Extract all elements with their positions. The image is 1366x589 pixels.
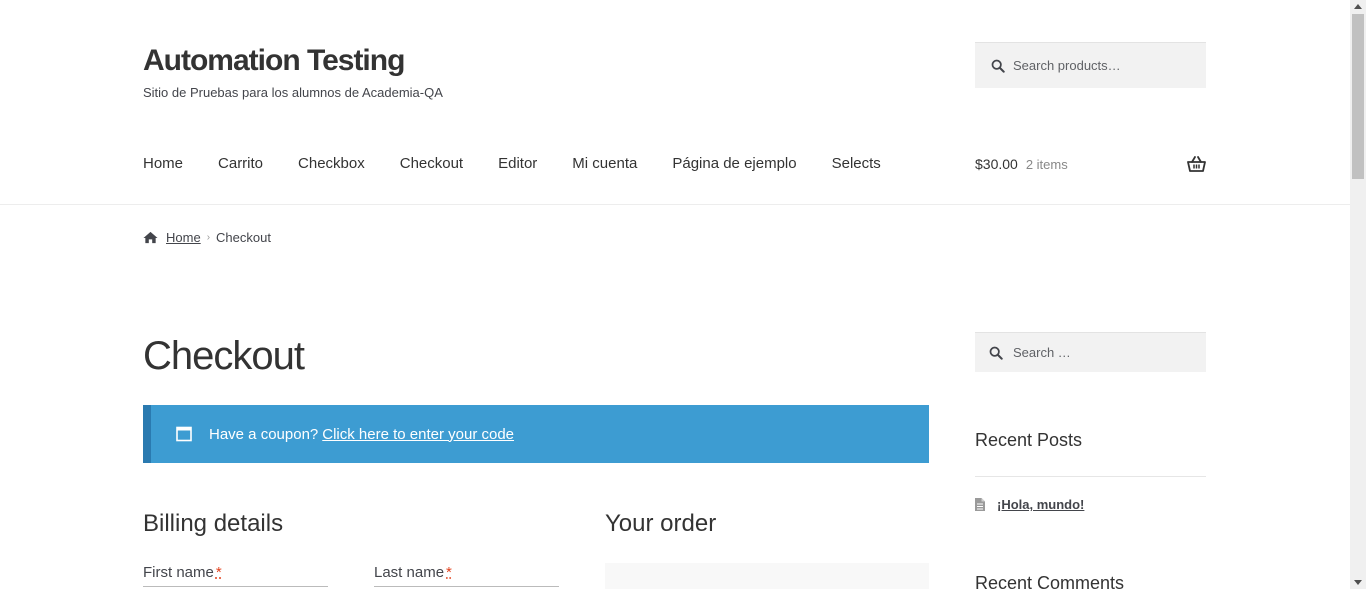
nav-item-checkbox[interactable]: Checkbox (298, 155, 365, 172)
nav-item-home[interactable]: Home (143, 155, 183, 172)
order-review-table (605, 563, 929, 589)
nav-item-editor[interactable]: Editor (498, 155, 537, 172)
nav-item-carrito[interactable]: Carrito (218, 155, 263, 172)
cart-amount[interactable]: $30.00 (975, 156, 1018, 172)
recent-post-item: ¡Hola, mundo! (975, 497, 1084, 512)
search-icon (989, 346, 1003, 360)
breadcrumb-current: Checkout (216, 230, 271, 245)
sidebar-search-placeholder[interactable]: Search … (1013, 345, 1071, 360)
site-description: Sitio de Pruebas para los alumnos de Aca… (143, 85, 443, 100)
nav-item-mi-cuenta[interactable]: Mi cuenta (572, 155, 637, 172)
coupon-text: Have a coupon? (209, 425, 319, 443)
recent-comments-title: Recent Comments (975, 573, 1125, 589)
billing-details-heading: Billing details (143, 510, 284, 537)
document-icon (975, 498, 985, 511)
last-name-label: Last name * (374, 564, 452, 581)
nav-item-checkout[interactable]: Checkout (400, 155, 463, 172)
home-icon (143, 231, 158, 244)
nav-item-selects[interactable]: Selects (832, 155, 881, 172)
coupon-notice: Have a coupon? Click here to enter your … (143, 405, 929, 463)
sidebar-search-field[interactable]: Search … (975, 332, 1206, 372)
basket-icon[interactable] (1187, 156, 1206, 172)
recent-posts-divider (975, 476, 1206, 477)
first-name-input[interactable] (143, 586, 328, 587)
header-cart[interactable]: $30.00 2 items (975, 156, 1206, 172)
scrollbar-thumb[interactable] (1352, 14, 1364, 179)
product-search-field[interactable]: Search products… (975, 42, 1206, 88)
page-scrollbar[interactable] (1350, 0, 1366, 589)
coupon-toggle-link[interactable]: Click here to enter your code (322, 426, 514, 443)
first-name-label: First name * (143, 564, 222, 581)
recent-posts-title: Recent Posts (975, 430, 1083, 450)
product-search-placeholder[interactable]: Search products… (1013, 58, 1121, 73)
required-mark: * (446, 564, 452, 581)
nav-item-pagina-de-ejemplo[interactable]: Página de ejemplo (672, 155, 796, 172)
recent-post-link[interactable]: ¡Hola, mundo! (997, 497, 1084, 512)
breadcrumb-separator: › (206, 232, 211, 243)
last-name-label-text: Last name (374, 564, 445, 581)
breadcrumb-home-link[interactable]: Home (166, 230, 201, 245)
primary-navigation: Home Carrito Checkbox Checkout Editor Mi… (143, 155, 916, 172)
required-mark: * (215, 564, 222, 581)
first-name-label-text: First name (143, 564, 214, 581)
scroll-up-arrow-icon[interactable] (1354, 4, 1362, 9)
scroll-down-arrow-icon[interactable] (1354, 580, 1362, 585)
your-order-heading: Your order (605, 510, 717, 537)
page-title: Checkout (143, 334, 305, 378)
header-divider (0, 204, 1350, 205)
breadcrumb: Home › Checkout (143, 230, 271, 245)
last-name-input[interactable] (374, 586, 559, 587)
site-title[interactable]: Automation Testing (143, 44, 405, 78)
search-icon (991, 59, 1005, 73)
cart-count[interactable]: 2 items (1026, 157, 1068, 172)
window-icon (176, 426, 192, 442)
